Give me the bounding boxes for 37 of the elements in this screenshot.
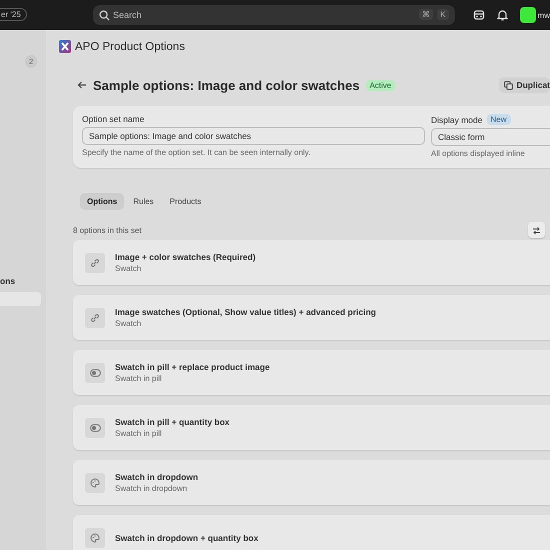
option-count: 8 options in this set bbox=[73, 226, 142, 234]
user-name[interactable]: mw bbox=[538, 10, 550, 20]
option-title: Swatch in pill + quantity box bbox=[115, 417, 230, 427]
option-type: Swatch in dropdown bbox=[115, 484, 188, 493]
tab[interactable]: Products bbox=[162, 193, 208, 210]
option-card[interactable]: Swatch in dropdown + quantity box bbox=[73, 515, 550, 550]
option-type: Swatch in pill bbox=[115, 374, 163, 383]
option-card[interactable]: Swatch in pill + replace product image Swatch in pill bbox=[73, 350, 550, 395]
tab[interactable]: Options bbox=[80, 193, 124, 210]
new-badge: New bbox=[486, 114, 511, 125]
shortcut-key: ⌘ bbox=[419, 9, 434, 20]
option-type: Swatch in pill bbox=[115, 429, 163, 438]
app-title: APO Product Options bbox=[75, 40, 185, 52]
page-title: Sample options: Image and color swatches bbox=[93, 78, 360, 92]
help-text: All options displayed inline bbox=[431, 149, 526, 158]
status-badge: Active bbox=[366, 80, 396, 90]
name-field[interactable]: Sample options: Image and color swatches bbox=[82, 127, 425, 145]
option-title: Image swatches (Optional, Show value titles) + advanced pricing bbox=[115, 307, 376, 317]
field-label: Display mode bbox=[431, 114, 482, 124]
shortcut-key: K bbox=[437, 9, 449, 20]
sidebar-item[interactable]: ons bbox=[0, 274, 41, 288]
option-card[interactable]: Image swatches (Optional, Show value titles) + advanced pricing Swatch bbox=[73, 295, 550, 340]
option-card[interactable]: Swatch in dropdown Swatch in dropdown bbox=[73, 460, 550, 505]
duplicate-button[interactable]: Duplicat bbox=[499, 77, 550, 93]
option-title: Image + color swatches (Required) bbox=[115, 252, 256, 262]
tab[interactable]: Rules bbox=[126, 193, 161, 210]
option-title: Swatch in dropdown bbox=[115, 472, 198, 482]
help-text: Specify the name of the option set. It can be seen internally only. bbox=[82, 148, 312, 157]
field-label: Option set name bbox=[82, 114, 146, 124]
edition-badge[interactable]: er '25 bbox=[0, 8, 27, 21]
option-card[interactable]: Swatch in pill + quantity box Swatch in pill bbox=[73, 405, 550, 450]
option-card[interactable]: Image + color swatches (Required) Swatch bbox=[73, 240, 550, 285]
display-mode-select[interactable]: Classic form bbox=[431, 128, 550, 146]
option-type: Swatch bbox=[115, 319, 142, 328]
option-title: Swatch in pill + replace product image bbox=[115, 362, 270, 372]
option-title: Swatch in dropdown + quantity box bbox=[115, 532, 258, 542]
option-type: Swatch bbox=[115, 264, 142, 273]
